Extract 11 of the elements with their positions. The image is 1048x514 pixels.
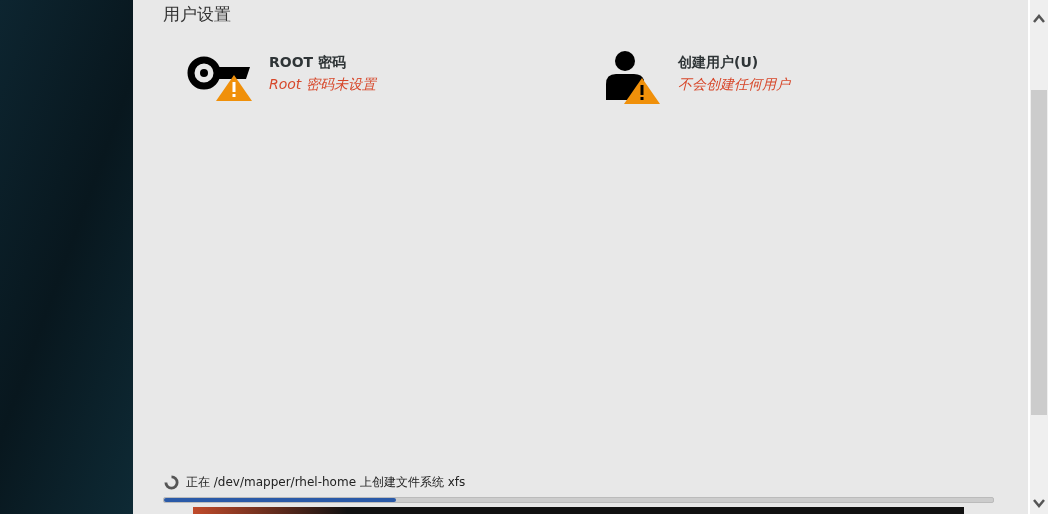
spinner-icon <box>164 475 179 490</box>
spoke-title[interactable]: 创建用户(U) <box>678 54 790 72</box>
user-warning-icon[interactable] <box>606 50 660 104</box>
scroll-down-icon[interactable] <box>1033 498 1045 508</box>
spoke-status: 不会创建任何用户 <box>678 76 790 94</box>
spoke-title[interactable]: ROOT 密码 <box>269 54 376 72</box>
spoke-status: Root 密码未设置 <box>269 76 376 94</box>
section-title: 用户设置 <box>163 3 232 26</box>
scrollbar-thumb[interactable] <box>1031 90 1047 415</box>
progress-message: 正在 /dev/mapper/rhel-home 上创建文件系统 xfs <box>186 474 466 491</box>
scroll-up-icon[interactable] <box>1033 14 1045 24</box>
